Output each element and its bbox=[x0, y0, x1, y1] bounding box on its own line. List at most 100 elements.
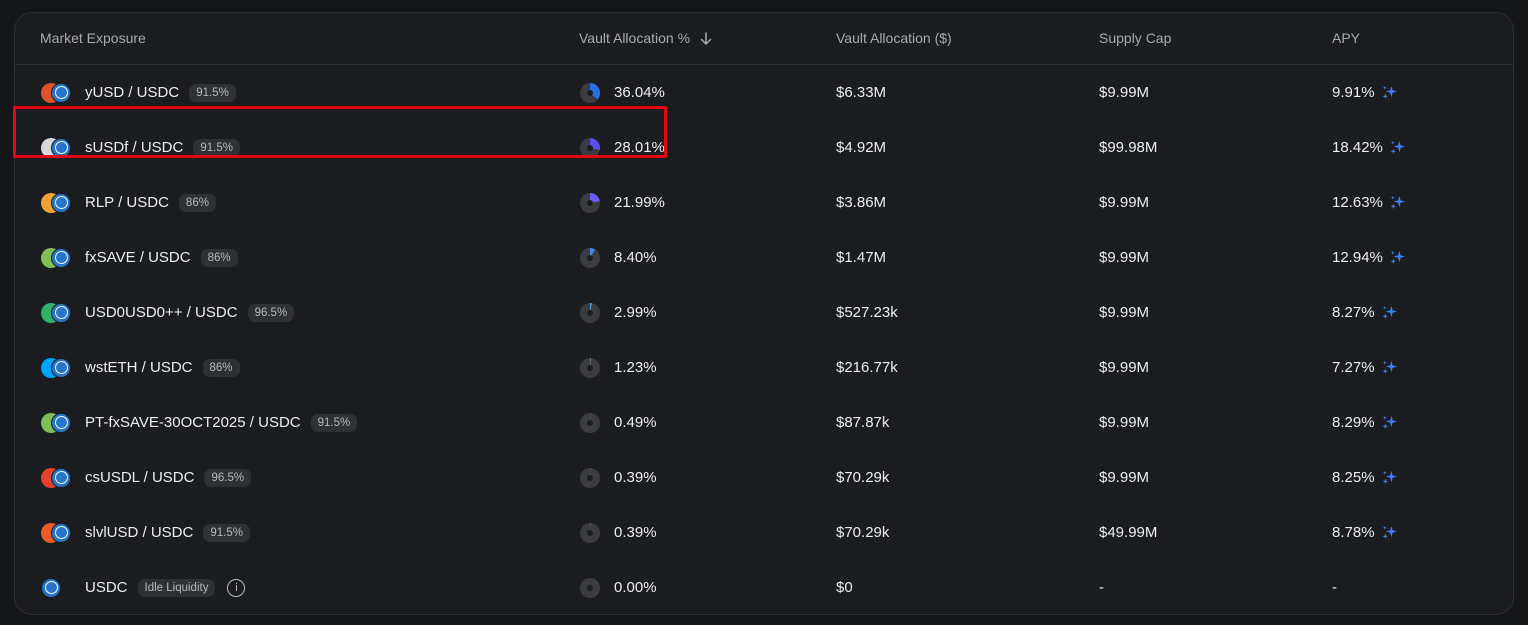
lltv-badge: 86% bbox=[178, 193, 216, 212]
market-name[interactable]: wstETH / USDC bbox=[85, 359, 193, 376]
vault-allocation-pct-cell: 0.00% bbox=[579, 560, 657, 614]
apy-value: 9.91% bbox=[1332, 84, 1375, 101]
apy-cell: 8.25% bbox=[1332, 450, 1398, 505]
token-pair-icon bbox=[41, 302, 73, 323]
vault-allocation-usd-cell: $4.92M bbox=[836, 139, 887, 156]
sparkle-icon[interactable] bbox=[1381, 524, 1398, 541]
lltv-badge: 86% bbox=[202, 358, 240, 377]
market-name[interactable]: csUSDL / USDC bbox=[85, 469, 194, 486]
token-pair-icon bbox=[41, 522, 73, 543]
supply-cap-cell: $9.99M bbox=[1099, 359, 1150, 376]
allocation-pie-icon bbox=[580, 247, 600, 268]
market-name[interactable]: yUSD / USDC bbox=[85, 84, 179, 101]
market-exposure-cell[interactable]: sUSDf / USDC 91.5% bbox=[41, 120, 240, 175]
market-exposure-cell[interactable]: USD0USD0++ / USDC 96.5% bbox=[41, 285, 295, 340]
apy-value: 7.27% bbox=[1332, 359, 1375, 376]
market-name[interactable]: RLP / USDC bbox=[85, 194, 169, 211]
table-row[interactable]: fxSAVE / USDC 86% 8.40% $1.47M $9.99M 12… bbox=[15, 230, 1513, 285]
usdc-logo-icon bbox=[51, 192, 71, 213]
header-apy[interactable]: APY bbox=[1332, 30, 1360, 46]
table-row[interactable]: csUSDL / USDC 96.5% 0.39% $70.29k $9.99M… bbox=[15, 450, 1513, 505]
market-exposure-cell[interactable]: yUSD / USDC 91.5% bbox=[41, 65, 236, 120]
market-name[interactable]: slvlUSD / USDC bbox=[85, 524, 193, 541]
market-exposure-table: Market Exposure Vault Allocation % Vault… bbox=[14, 12, 1514, 615]
sparkle-icon[interactable] bbox=[1389, 194, 1406, 211]
market-name[interactable]: PT-fxSAVE-30OCT2025 / USDC bbox=[85, 414, 301, 431]
market-exposure-cell[interactable]: slvlUSD / USDC 91.5% bbox=[41, 505, 250, 560]
market-name[interactable]: fxSAVE / USDC bbox=[85, 249, 191, 266]
apy-value: 8.78% bbox=[1332, 524, 1375, 541]
vault-allocation-usd-cell: $0 bbox=[836, 579, 853, 596]
apy-value: 8.25% bbox=[1332, 469, 1375, 486]
market-name[interactable]: USD0USD0++ / USDC bbox=[85, 304, 238, 321]
header-vault-allocation-pct-label: Vault Allocation % bbox=[579, 30, 691, 46]
vault-allocation-pct: 0.39% bbox=[614, 524, 657, 541]
vault-allocation-pct-cell: 8.40% bbox=[579, 230, 657, 285]
vault-allocation-pct-cell: 28.01% bbox=[579, 120, 665, 175]
usdc-logo-icon bbox=[51, 82, 71, 103]
lltv-badge: 91.5% bbox=[193, 138, 240, 157]
token-pair-icon bbox=[41, 467, 73, 488]
table-row[interactable]: USDC Idle Liquidity i 0.00% $0 - - bbox=[15, 560, 1513, 614]
market-exposure-cell[interactable]: RLP / USDC 86% bbox=[41, 175, 216, 230]
apy-value: - bbox=[1332, 579, 1337, 596]
vault-allocation-usd-cell: $70.29k bbox=[836, 524, 890, 541]
table-row[interactable]: yUSD / USDC 91.5% 36.04% $6.33M $9.99M 9… bbox=[15, 65, 1513, 120]
arrow-down-icon bbox=[700, 32, 712, 46]
vault-allocation-pct-cell: 0.39% bbox=[579, 450, 657, 505]
table-row[interactable]: PT-fxSAVE-30OCT2025 / USDC 91.5% 0.49% $… bbox=[15, 395, 1513, 450]
market-exposure-cell[interactable]: USDC Idle Liquidity i bbox=[41, 560, 246, 614]
apy-value: 18.42% bbox=[1332, 139, 1383, 156]
table-row[interactable]: sUSDf / USDC 91.5% 28.01% $4.92M $99.98M… bbox=[15, 120, 1513, 175]
sparkle-icon[interactable] bbox=[1389, 249, 1406, 266]
table-row[interactable]: RLP / USDC 86% 21.99% $3.86M $9.99M 12.6… bbox=[15, 175, 1513, 230]
header-vault-allocation-usd[interactable]: Vault Allocation ($) bbox=[836, 30, 952, 46]
allocation-pie-icon bbox=[580, 467, 600, 488]
sparkle-icon[interactable] bbox=[1381, 469, 1398, 486]
allocation-pie-icon bbox=[580, 82, 600, 103]
sparkle-icon[interactable] bbox=[1381, 359, 1398, 376]
vault-allocation-pct-cell: 21.99% bbox=[579, 175, 665, 230]
market-exposure-cell[interactable]: wstETH / USDC 86% bbox=[41, 340, 240, 395]
supply-cap-cell: $9.99M bbox=[1099, 304, 1150, 321]
allocation-pie-icon bbox=[580, 357, 600, 378]
vault-allocation-pct: 0.00% bbox=[614, 579, 657, 596]
market-name[interactable]: USDC bbox=[85, 579, 128, 596]
vault-allocation-pct: 28.01% bbox=[614, 139, 665, 156]
header-supply-cap[interactable]: Supply Cap bbox=[1099, 30, 1171, 46]
apy-value: 8.27% bbox=[1332, 304, 1375, 321]
vault-allocation-pct-cell: 1.23% bbox=[579, 340, 657, 395]
market-name[interactable]: sUSDf / USDC bbox=[85, 139, 183, 156]
apy-cell: 12.63% bbox=[1332, 175, 1406, 230]
vault-allocation-pct: 0.39% bbox=[614, 469, 657, 486]
market-exposure-cell[interactable]: csUSDL / USDC 96.5% bbox=[41, 450, 252, 505]
usdc-logo-icon bbox=[51, 137, 71, 158]
usdc-token-icon bbox=[41, 577, 61, 598]
sparkle-icon[interactable] bbox=[1389, 139, 1406, 156]
supply-cap-cell: $9.99M bbox=[1099, 414, 1150, 431]
info-icon[interactable]: i bbox=[227, 578, 246, 597]
supply-cap-cell: - bbox=[1099, 579, 1104, 596]
table-row[interactable]: slvlUSD / USDC 91.5% 0.39% $70.29k $49.9… bbox=[15, 505, 1513, 560]
supply-cap-cell: $9.99M bbox=[1099, 469, 1150, 486]
header-market-exposure[interactable]: Market Exposure bbox=[40, 30, 146, 46]
vault-allocation-usd-cell: $70.29k bbox=[836, 469, 890, 486]
table-row[interactable]: USD0USD0++ / USDC 96.5% 2.99% $527.23k $… bbox=[15, 285, 1513, 340]
token-pair-icon bbox=[41, 357, 73, 378]
sparkle-icon[interactable] bbox=[1381, 304, 1398, 321]
apy-cell: 12.94% bbox=[1332, 230, 1406, 285]
header-vault-allocation-pct[interactable]: Vault Allocation % bbox=[579, 30, 712, 46]
market-exposure-cell[interactable]: PT-fxSAVE-30OCT2025 / USDC 91.5% bbox=[41, 395, 358, 450]
allocation-pie-icon bbox=[580, 577, 600, 598]
vault-allocation-pct: 21.99% bbox=[614, 194, 665, 211]
market-exposure-cell[interactable]: fxSAVE / USDC 86% bbox=[41, 230, 238, 285]
table-row[interactable]: wstETH / USDC 86% 1.23% $216.77k $9.99M … bbox=[15, 340, 1513, 395]
allocation-pie-icon bbox=[580, 522, 600, 543]
lltv-badge: 96.5% bbox=[204, 468, 252, 487]
supply-cap-cell: $49.99M bbox=[1099, 524, 1158, 541]
sparkle-icon[interactable] bbox=[1381, 414, 1398, 431]
vault-allocation-pct: 1.23% bbox=[614, 359, 657, 376]
vault-allocation-pct-cell: 0.49% bbox=[579, 395, 657, 450]
sparkle-icon[interactable] bbox=[1381, 84, 1398, 101]
usdc-logo-icon bbox=[51, 357, 71, 378]
